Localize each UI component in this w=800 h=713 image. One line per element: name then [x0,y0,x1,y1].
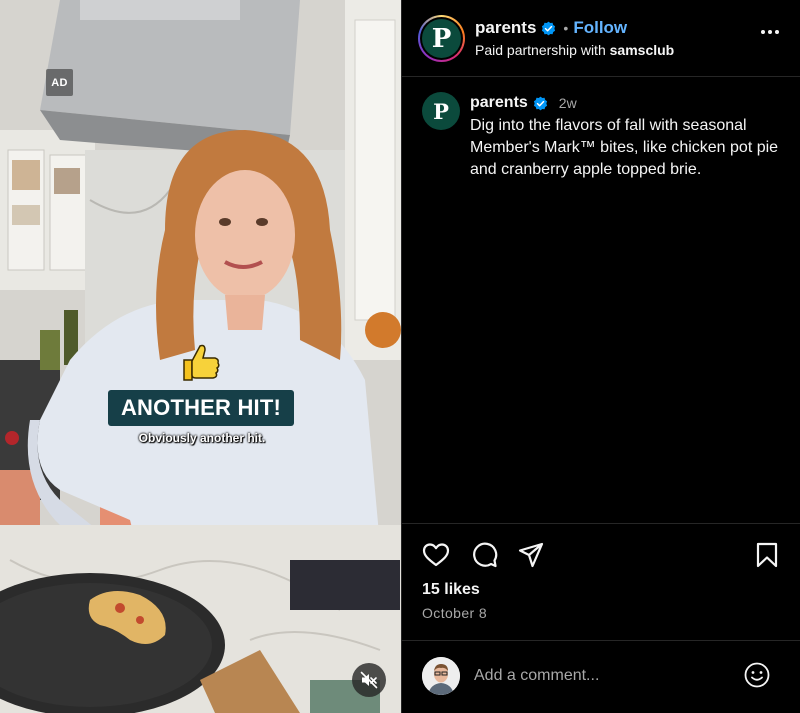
comment-icon[interactable] [470,541,498,569]
profile-avatar[interactable]: P [418,15,465,62]
caption-avatar[interactable]: P [422,92,460,130]
thumbs-up-icon [183,344,220,381]
ad-badge: AD [46,69,73,96]
divider [402,523,800,524]
video-caption-title: ANOTHER HIT! [108,390,294,426]
post-caption: P parents 2w Dig into the flavors of fal… [402,78,800,524]
post-panel: P parents • Follow Paid partnership with… [401,0,800,713]
mute-button[interactable] [352,663,386,697]
heart-icon[interactable] [422,541,450,569]
post-header: P parents • Follow Paid partnership with… [402,0,800,77]
current-user-avatar [422,657,460,695]
likes-count[interactable]: 15 likes [422,581,480,599]
verified-badge-icon [542,21,556,35]
separator-dot: • [563,20,569,36]
caption-username[interactable]: parents [470,94,528,112]
speaker-muted-icon [360,671,378,689]
user-portrait-icon [422,657,460,695]
caption-text: Dig into the flavors of fall with season… [470,117,779,178]
post-time[interactable]: 2w [559,95,577,111]
more-options-icon[interactable] [761,30,779,34]
header-username[interactable]: parents [475,18,536,38]
divider [402,640,800,641]
partnership-prefix: Paid partnership with [475,42,610,58]
share-icon[interactable] [517,541,545,569]
bookmark-icon[interactable] [753,541,781,569]
post-media[interactable]: AD ANOTHER HIT! Obviously another hit. [0,0,401,713]
comment-input[interactable] [474,664,734,688]
parents-logo: P [422,19,461,58]
video-caption-subtitle: Obviously another hit. [138,431,266,445]
partner-link[interactable]: samsclub [610,42,675,58]
emoji-icon[interactable] [743,661,771,689]
verified-badge-icon [533,96,547,110]
paid-partnership-label: Paid partnership with samsclub [475,42,674,58]
follow-button[interactable]: Follow [573,18,627,38]
post-date: October 8 [422,605,488,621]
